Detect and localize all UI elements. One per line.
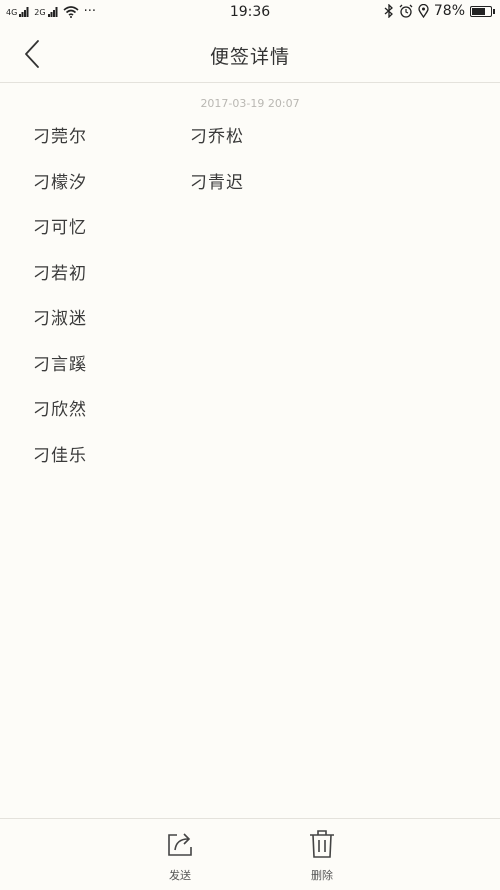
delete-label: 删除 [311, 869, 333, 882]
note-line: 刁檬汐 [33, 172, 87, 193]
note-line: 刁莞尔 [33, 127, 87, 147]
note-timestamp: 2017-03-19 20:07 [200, 97, 300, 110]
note-line: 刁淑迷 [33, 309, 87, 329]
send-label: 发送 [169, 869, 191, 882]
note-column-2: 刁乔松 刁青迟 [190, 124, 244, 215]
battery-icon [470, 5, 495, 17]
trash-icon[interactable] [292, 829, 352, 859]
note-line: 刁佳乐 [33, 445, 87, 466]
note-line: 刁欣然 [33, 400, 87, 420]
header: 便签详情 [0, 26, 500, 83]
note-line: 刁言蹊 [33, 354, 87, 375]
note-line: 刁可忆 [33, 218, 87, 238]
location-icon [418, 4, 429, 18]
status-bar: 4G 2G ··· 19:36 78% [0, 0, 500, 26]
note-column-1: 刁莞尔 刁檬汐 刁可忆 刁若初 刁淑迷 刁言蹊 刁欣然 刁佳乐 [33, 124, 87, 488]
bluetooth-icon [384, 4, 393, 18]
bottom-toolbar: 发送 删除 [0, 818, 500, 890]
note-line: 刁若初 [33, 263, 87, 284]
alarm-icon [399, 4, 413, 18]
note-line: 刁青迟 [190, 172, 244, 193]
battery-fill [472, 7, 485, 15]
battery-percent: 78% [433, 3, 465, 19]
note-line: 刁乔松 [190, 127, 244, 147]
page-title: 便签详情 [209, 46, 290, 68]
share-icon[interactable] [150, 829, 210, 859]
status-right: 78% [384, 3, 495, 19]
send-button[interactable]: 发送 [150, 829, 210, 883]
delete-button[interactable]: 删除 [292, 829, 352, 883]
